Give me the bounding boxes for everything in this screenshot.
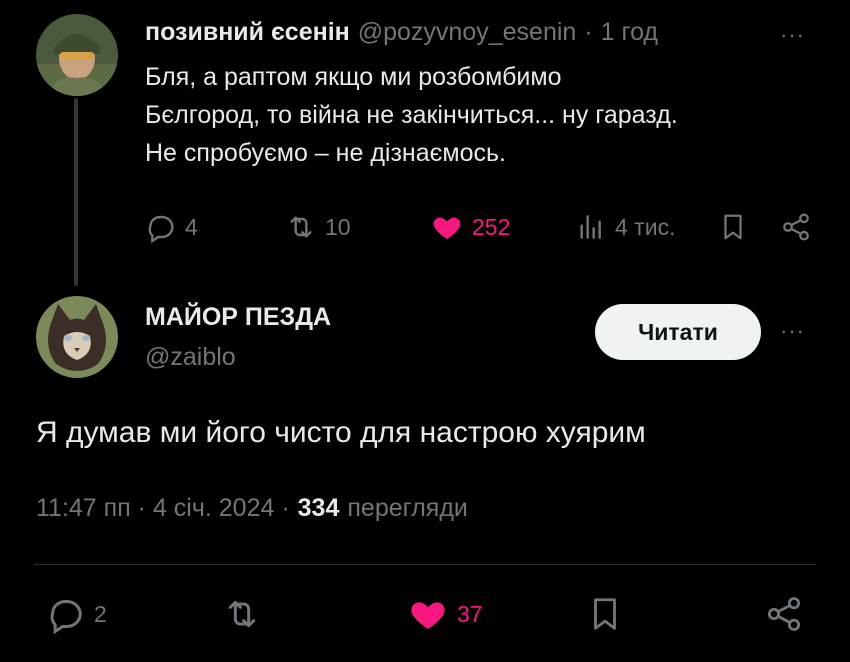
reply-button[interactable]: 4 [145, 211, 198, 243]
reply-button[interactable]: 2 [46, 594, 107, 634]
like-icon [411, 602, 445, 629]
share-icon [783, 213, 809, 241]
share-icon [767, 597, 801, 631]
bookmark-button[interactable] [586, 594, 624, 639]
author-name[interactable]: МАЙОР ПЕЗДА [145, 303, 331, 332]
avatar-zaiblo[interactable] [36, 296, 118, 378]
avatar-soldier-image [36, 14, 118, 96]
repost-button[interactable] [222, 594, 262, 639]
tweet-text-line: Бєлгород, то війна не закінчиться... ну … [145, 101, 678, 129]
like-count: 37 [457, 600, 483, 627]
more-options-button[interactable]: ··· [780, 22, 805, 48]
avatar-cat-image [36, 296, 118, 378]
reply-count: 4 [185, 213, 198, 240]
tweet-text-line: Бля, а раптом якщо ми розбомбимо [145, 63, 562, 91]
views-button[interactable]: 4 тис. [575, 211, 675, 243]
bookmark-icon [724, 214, 742, 240]
repost-icon [228, 600, 256, 628]
more-options-button[interactable]: ··· [780, 318, 805, 344]
reply-icon [50, 600, 82, 634]
separator-dot: · [584, 18, 593, 46]
views-icon [580, 215, 601, 239]
like-button[interactable]: 252 [430, 211, 510, 243]
divider [34, 564, 816, 565]
thread-connector-line [74, 98, 78, 286]
author-name[interactable]: позивний єсенін [145, 18, 350, 47]
views-label: перегляди [347, 494, 468, 522]
bookmark-icon [594, 598, 616, 630]
tweet-timestamp[interactable]: 11:47 пп · 4 січ. 2024 · [36, 494, 290, 523]
bookmark-button[interactable] [718, 211, 748, 248]
author-handle[interactable]: @zaiblo [145, 343, 236, 372]
like-icon [433, 217, 461, 239]
reply-count: 2 [94, 600, 107, 627]
repost-icon [290, 216, 312, 238]
like-button[interactable]: 37 [407, 594, 483, 634]
like-count: 252 [472, 213, 511, 240]
tweet-time[interactable]: 1 год [601, 18, 658, 47]
reply-icon [148, 215, 174, 243]
share-button[interactable] [780, 211, 812, 248]
share-button[interactable] [764, 594, 804, 639]
tweet-text: Я думав ми його чисто для настрою хуярим [36, 416, 646, 449]
repost-button[interactable]: 10 [285, 211, 351, 243]
tweet-text-line: Не спробуємо – не дізнаємось. [145, 139, 506, 167]
views-count: 4 тис. [615, 213, 676, 240]
views-count: 334 [297, 494, 340, 522]
author-handle[interactable]: @pozyvnoy_esenin [358, 18, 577, 47]
repost-count: 10 [325, 213, 351, 240]
avatar-esenin[interactable] [36, 14, 118, 96]
follow-button[interactable]: Читати [595, 304, 761, 360]
tweet-text: Бля, а раптом якщо ми розбомбимо Бєлгоро… [145, 58, 678, 172]
